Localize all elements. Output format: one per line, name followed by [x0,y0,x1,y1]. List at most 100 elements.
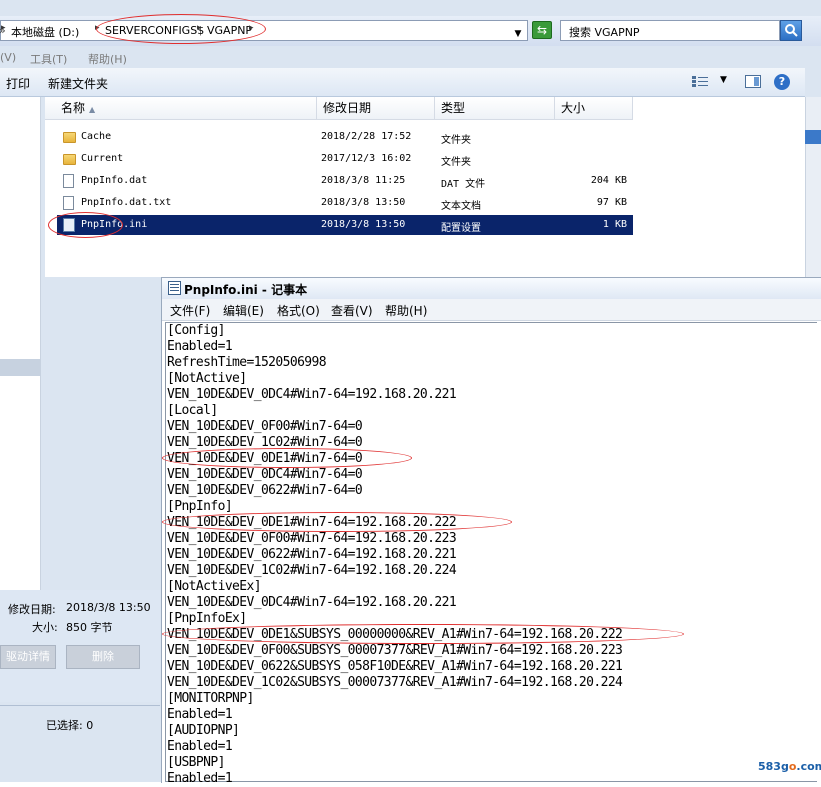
file-size: 204 KB [590,175,627,186]
folder-icon [63,154,76,165]
column-header: 名称 ▲ 修改日期 类型 大小 [45,97,633,120]
menu-tools[interactable]: 工具(T) [30,51,67,67]
text-line: VEN_10DE&DEV_1C02&SUBSYS_00007377&REV_A1… [167,675,623,690]
text-line: Enabled=1 [167,339,233,354]
text-line: RefreshTime=1520506998 [167,355,327,370]
text-line: Enabled=1 [167,707,233,722]
view-options-icon[interactable] [692,76,708,88]
pane-splitter[interactable] [0,359,41,376]
breadcrumb-local-disk[interactable]: 本地磁盘 (D:) [11,24,79,40]
menu-edit[interactable]: 编辑(E) [223,302,264,319]
file-row[interactable]: Current 2017/12/3 16:02 文件夹 [57,149,633,169]
modified-value: 2018/3/8 13:50 [66,601,151,614]
sort-ascending-icon: ▲ [89,105,96,114]
file-size: 97 KB [596,197,627,208]
column-type-label: 类型 [441,101,466,115]
window-edge-highlight [805,130,821,144]
new-folder-button[interactable]: 新建文件夹 [48,75,108,92]
text-line: [Local] [167,403,218,418]
file-row[interactable]: PnpInfo.dat.txt 2018/3/8 13:50 文本文档 97 K… [57,193,633,213]
column-name[interactable]: 名称 ▲ [53,97,317,119]
file-row[interactable]: Cache 2018/2/28 17:52 文件夹 [57,127,633,147]
file-name: Cache [81,131,112,142]
navigation-pane[interactable] [0,97,41,359]
annotation-circle [162,512,512,532]
text-line: VEN_10DE&DEV_0622&SUBSYS_058F10DE&REV_A1… [167,659,623,674]
text-line: [NotActiveEx] [167,579,262,594]
menu-help[interactable]: 帮助(H) [385,302,427,319]
notepad-icon [168,281,181,295]
modified-label: 修改日期: [8,603,56,616]
notepad-title-bar[interactable]: PnpInfo.ini - 记事本 [162,278,821,300]
text-line: [MONITORPNP] [167,691,254,706]
column-type[interactable]: 类型 [435,97,555,119]
text-line: VEN_10DE&DEV_0622#Win7-64=192.168.20.221 [167,547,457,562]
menu-view[interactable]: (V) [0,51,16,64]
text-line: [PnpInfo] [167,499,233,514]
file-row-selected[interactable]: PnpInfo.ini 2018/3/8 13:50 配置设置 1 KB [57,215,633,235]
search-input[interactable]: 搜索 VGAPNP [560,20,780,41]
text-line: Enabled=1 [167,739,233,754]
text-line: VEN_10DE&DEV_1C02#Win7-64=192.168.20.224 [167,563,457,578]
search-icon[interactable] [780,20,802,41]
chevron-right-icon[interactable]: ▸ [1,23,6,33]
notepad-window[interactable]: PnpInfo.ini - 记事本 文件(F) 编辑(E) 格式(O) 查看(V… [161,277,821,786]
driver-details-button[interactable]: 驱动详情 [0,645,56,669]
delete-button[interactable]: 删除 [66,645,140,669]
column-size-label: 大小 [561,101,586,115]
file-type: 文件夹 [441,135,471,146]
menu-help[interactable]: 帮助(H) [88,51,127,67]
text-line: Enabled=1 [167,771,233,786]
watermark-text: .com [796,760,821,773]
text-line: VEN_10DE&DEV_0DC4#Win7-64=192.168.20.221 [167,387,457,402]
file-modified: 2017/12/3 16:02 [321,153,412,164]
print-button[interactable]: 打印 [6,75,30,92]
annotation-circle [96,14,266,44]
text-line: [Config] [167,323,225,338]
navigation-pane-lower[interactable] [0,376,41,590]
file-list: 名称 ▲ 修改日期 类型 大小 Cache 2018/2/28 17:52 文件夹… [45,97,805,277]
file-name: Current [81,153,124,164]
column-modified-label: 修改日期 [323,101,372,115]
notepad-menu-bar: 文件(F) 编辑(E) 格式(O) 查看(V) 帮助(H) [162,299,821,321]
file-type: 文件夹 [441,157,471,168]
file-name: PnpInfo.dat.txt [81,197,172,208]
annotation-circle [162,624,684,644]
menu-view[interactable]: 查看(V) [331,302,373,319]
text-line: [AUDIOPNP] [167,723,240,738]
notepad-text-area[interactable]: [Config] Enabled=1 RefreshTime=1520506998[… [162,322,817,786]
text-line: VEN_10DE&DEV_0DC4#Win7-64=192.168.20.221 [167,595,457,610]
refresh-icon[interactable]: ⇆ [532,21,552,39]
file-row[interactable]: PnpInfo.dat 2018/3/8 11:25 DAT 文件 204 KB [57,171,633,191]
watermark: 583go.com [758,760,821,773]
notepad-title: PnpInfo.ini - 记事本 [184,283,308,297]
preview-pane-icon[interactable] [745,75,761,88]
search-placeholder: 搜索 VGAPNP [569,26,640,39]
view-dropdown-icon[interactable]: ▼ [720,75,727,85]
folder-icon [63,132,76,143]
address-history-dropdown-icon[interactable]: ▼ [509,25,527,44]
annotation-circle [162,448,412,468]
annotation-circle [48,212,123,238]
help-icon[interactable]: ? [774,74,790,90]
menu-file[interactable]: 文件(F) [170,302,210,319]
menu-bar: (V) 工具(T) 帮助(H) [0,48,821,68]
menu-format[interactable]: 格式(O) [277,302,320,319]
text-line: VEN_10DE&DEV_0DC4#Win7-64=0 [167,467,363,482]
size-value: 850 字节 [66,621,113,634]
selection-status: 已选择: 0 [46,719,94,732]
text-line: VEN_10DE&DEV_0622#Win7-64=0 [167,483,363,498]
text-line: VEN_10DE&DEV_0F00#Win7-64=0 [167,419,363,434]
file-type: 配置设置 [441,223,481,234]
text-line: VEN_10DE&DEV_0F00&SUBSYS_00007377&REV_A1… [167,643,623,658]
watermark-text: 583g [758,760,789,773]
column-modified[interactable]: 修改日期 [317,97,435,119]
text-line: [USBPNP] [167,755,225,770]
file-modified: 2018/3/8 11:25 [321,175,406,186]
vertical-scrollbar[interactable] [805,97,821,277]
size-label: 大小: [32,621,58,634]
column-size[interactable]: 大小 [555,97,633,119]
file-name: PnpInfo.dat [81,175,148,186]
file-type: DAT 文件 [441,179,486,190]
text-line: [PnpInfoEx] [167,611,247,626]
